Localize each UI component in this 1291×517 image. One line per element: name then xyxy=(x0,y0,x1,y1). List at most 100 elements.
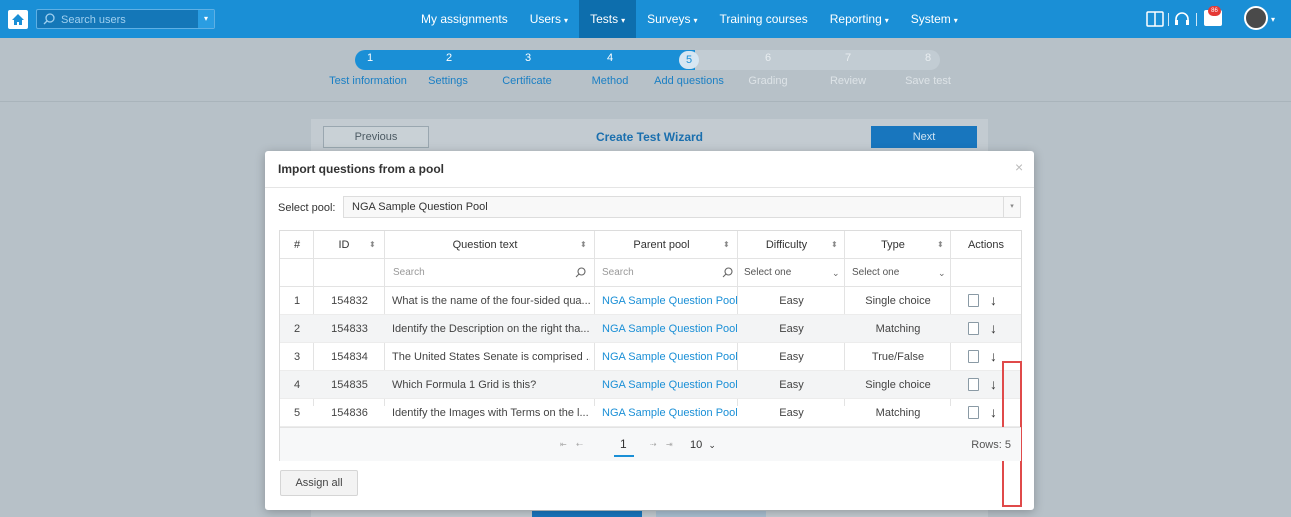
column-header-parent-pool[interactable]: Parent pool xyxy=(595,231,728,259)
chevron-down-icon[interactable]: ⌄ xyxy=(832,259,840,287)
question-search-input[interactable]: Search xyxy=(393,259,578,287)
chevron-down-icon[interactable]: ▾ xyxy=(1271,15,1275,24)
preview-icon[interactable] xyxy=(968,350,979,363)
parent-pool-link[interactable]: NGA Sample Question Pool xyxy=(602,287,738,315)
column-header-id[interactable]: ID xyxy=(314,231,374,259)
parent-pool-link[interactable]: NGA Sample Question Pool xyxy=(602,399,738,427)
previous-page-icon[interactable]: ⇠ xyxy=(576,440,583,449)
sort-icon[interactable]: ⬍ xyxy=(937,240,944,250)
question-type: True/False xyxy=(871,351,925,363)
chevron-down-icon: ▾ xyxy=(621,16,626,25)
step-4-number[interactable]: 4 xyxy=(600,52,620,64)
row-number: 2 xyxy=(293,323,301,335)
first-page-icon[interactable]: ⇤ xyxy=(560,440,567,449)
parent-pool-link[interactable]: NGA Sample Question Pool xyxy=(602,371,738,399)
headset-icon[interactable] xyxy=(1174,11,1190,27)
pool-select[interactable]: NGA Sample Question Pool ▾ xyxy=(343,196,1021,218)
step-5-label[interactable]: Add questions xyxy=(654,75,724,87)
next-page-icon[interactable]: ⇢ xyxy=(650,440,657,449)
arrow-down-icon[interactable]: ↓ xyxy=(990,348,997,364)
sort-icon[interactable]: ⬍ xyxy=(723,240,730,250)
preview-icon[interactable] xyxy=(968,294,979,307)
wizard-footer-button-primary[interactable] xyxy=(532,511,642,517)
nav-tests[interactable]: Tests ▾ xyxy=(579,0,637,38)
next-button[interactable]: Next xyxy=(871,126,977,148)
assign-all-button[interactable]: Assign all xyxy=(280,470,358,496)
column-header-actions: Actions xyxy=(967,239,1005,251)
sort-icon[interactable]: ⬍ xyxy=(369,240,376,250)
separator xyxy=(1196,13,1197,26)
book-icon[interactable] xyxy=(1146,11,1164,27)
step-4-label[interactable]: Method xyxy=(592,75,629,87)
preview-icon[interactable] xyxy=(968,378,979,391)
parent-pool-link[interactable]: NGA Sample Question Pool xyxy=(602,315,738,343)
chevron-down-icon: ▾ xyxy=(953,16,958,25)
nav-my-assignments[interactable]: My assignments xyxy=(410,0,519,38)
nav-surveys[interactable]: Surveys ▾ xyxy=(636,0,708,38)
row-number: 4 xyxy=(293,379,301,391)
column-header-type[interactable]: Type xyxy=(845,231,941,259)
column-header-question-text[interactable]: Question text xyxy=(385,231,585,259)
step-2-label[interactable]: Settings xyxy=(428,75,468,87)
sort-icon[interactable]: ⬍ xyxy=(580,240,587,250)
arrow-down-icon[interactable]: ↓ xyxy=(990,376,997,392)
step-5-number[interactable]: 5 xyxy=(679,51,699,69)
nav-system[interactable]: System ▾ xyxy=(900,0,969,38)
parent-pool-link[interactable]: NGA Sample Question Pool xyxy=(602,343,738,371)
nav-training-courses[interactable]: Training courses xyxy=(708,0,818,38)
row-number: 3 xyxy=(293,351,301,363)
arrow-down-icon[interactable]: ↓ xyxy=(990,320,997,336)
modal-title: Import questions from a pool xyxy=(278,162,445,176)
question-id: 154832 xyxy=(331,295,368,307)
wizard-steps: 1 2 3 4 5 6 7 8 Test information Setting… xyxy=(0,38,1291,102)
question-id: 154834 xyxy=(331,351,368,363)
difficulty-filter-select[interactable]: Select one xyxy=(744,259,834,287)
search-icon xyxy=(722,267,733,278)
chevron-down-icon[interactable]: ⌄ xyxy=(938,259,946,287)
page-size-select[interactable]: 10 ⌄ xyxy=(687,436,722,454)
chevron-down-icon[interactable]: ▾ xyxy=(1003,197,1020,217)
pagination: ⇤ ⇠ 1 ⇢ ⇥ 10 ⌄ Rows: 5 xyxy=(280,427,1021,461)
step-8-number: 8 xyxy=(924,52,932,64)
step-6-label: Grading xyxy=(748,75,788,87)
step-1-number[interactable]: 1 xyxy=(360,52,380,64)
wizard-footer-button-secondary[interactable] xyxy=(656,511,766,517)
chevron-down-icon: ▾ xyxy=(564,16,569,25)
select-pool-label: Select pool: xyxy=(278,202,336,214)
step-6-number: 6 xyxy=(764,52,772,64)
table-row[interactable]: 2 154833 Identify the Description on the… xyxy=(280,315,1021,343)
sort-icon[interactable]: ⬍ xyxy=(831,240,838,250)
top-navigation-bar: Search users ▾ My assignments Users ▾ Tes… xyxy=(0,0,1291,38)
pool-search-input[interactable]: Search xyxy=(602,259,717,287)
chevron-down-icon: ▾ xyxy=(693,16,698,25)
nav-users[interactable]: Users ▾ xyxy=(519,0,579,38)
question-type: Matching xyxy=(875,407,921,419)
preview-icon[interactable] xyxy=(968,406,979,419)
question-type: Single choice xyxy=(865,379,931,391)
arrow-down-icon[interactable]: ↓ xyxy=(990,292,997,308)
home-button[interactable] xyxy=(8,10,28,29)
preview-icon[interactable] xyxy=(968,322,979,335)
avatar[interactable] xyxy=(1244,6,1268,30)
table-row[interactable]: 3 154834 The United States Senate is com… xyxy=(280,343,1021,371)
column-header-difficulty[interactable]: Difficulty xyxy=(738,231,835,259)
step-1-label[interactable]: Test information xyxy=(329,75,407,87)
nav-label: Tests xyxy=(590,12,619,26)
table-row[interactable]: 5 154836 Identify the Images with Terms … xyxy=(280,399,1021,427)
current-page[interactable]: 1 xyxy=(620,437,627,451)
search-users-input[interactable]: Search users ▾ xyxy=(36,9,215,29)
step-2-number[interactable]: 2 xyxy=(439,52,459,64)
close-icon[interactable]: × xyxy=(1015,159,1023,175)
pool-select-value: NGA Sample Question Pool xyxy=(352,201,488,213)
row-number: 1 xyxy=(293,295,301,307)
nav-reporting[interactable]: Reporting ▾ xyxy=(819,0,900,38)
step-3-label[interactable]: Certificate xyxy=(502,75,552,87)
table-row[interactable]: 1 154832 What is the name of the four-si… xyxy=(280,287,1021,315)
import-questions-modal: Import questions from a pool × Select po… xyxy=(265,151,1034,510)
arrow-down-icon[interactable]: ↓ xyxy=(990,404,997,420)
step-3-number[interactable]: 3 xyxy=(518,52,538,64)
type-filter-select[interactable]: Select one xyxy=(852,259,932,287)
table-row[interactable]: 4 154835 Which Formula 1 Grid is this? N… xyxy=(280,371,1021,399)
search-dropdown-toggle[interactable]: ▾ xyxy=(198,10,214,28)
last-page-icon[interactable]: ⇥ xyxy=(666,440,673,449)
